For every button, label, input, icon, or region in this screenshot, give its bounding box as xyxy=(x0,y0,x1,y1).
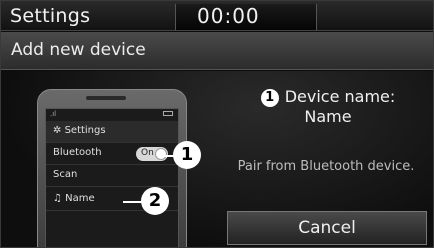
toggle-label: On xyxy=(141,148,154,158)
headphones-icon: ♫ xyxy=(53,193,66,204)
phone-speaker xyxy=(86,96,126,100)
battery-icon xyxy=(163,111,173,116)
phone-bluetooth-label: Bluetooth xyxy=(53,147,102,158)
phone-row-scan: Scan xyxy=(46,165,178,187)
head-unit-screen: Settings 00:00 Add new device .ıl ✲ Sett… xyxy=(0,0,434,248)
device-name-number: 1 xyxy=(260,89,279,107)
cancel-button[interactable]: Cancel xyxy=(227,211,427,245)
callout-line-2 xyxy=(123,201,143,203)
phone-row-settings: ✲ Settings xyxy=(46,121,178,143)
phone-screen: .ıl ✲ Settings Bluetooth On Scan ♫ Name xyxy=(45,108,179,247)
clock: 00:00 xyxy=(197,4,260,28)
callout-badge-1: 1 xyxy=(173,141,201,169)
toggle-knob xyxy=(155,148,167,160)
phone-illustration: .ıl ✲ Settings Bluetooth On Scan ♫ Name xyxy=(37,89,187,247)
signal-icon: .ıl xyxy=(50,110,57,118)
gear-icon: ✲ xyxy=(53,125,65,136)
page-title: Add new device xyxy=(11,40,146,60)
status-bar: Settings 00:00 xyxy=(1,1,433,31)
phone-scan-label: Scan xyxy=(53,169,78,180)
subheader: Add new device xyxy=(1,32,433,70)
device-name-label: 1 Device name: Name xyxy=(233,87,423,127)
device-name-line1: Device name: xyxy=(284,87,396,106)
phone-status-bar: .ıl xyxy=(46,109,178,119)
callout-badge-2: 2 xyxy=(141,187,169,215)
phone-device-label: Name xyxy=(65,193,95,204)
status-title: Settings xyxy=(10,5,91,27)
phone-settings-label: Settings xyxy=(64,125,106,136)
phone-row-bluetooth: Bluetooth On xyxy=(46,143,178,165)
bluetooth-toggle: On xyxy=(136,147,168,161)
pair-hint: Pair from Bluetooth device. xyxy=(237,159,415,174)
device-name-value: Name xyxy=(304,107,352,126)
